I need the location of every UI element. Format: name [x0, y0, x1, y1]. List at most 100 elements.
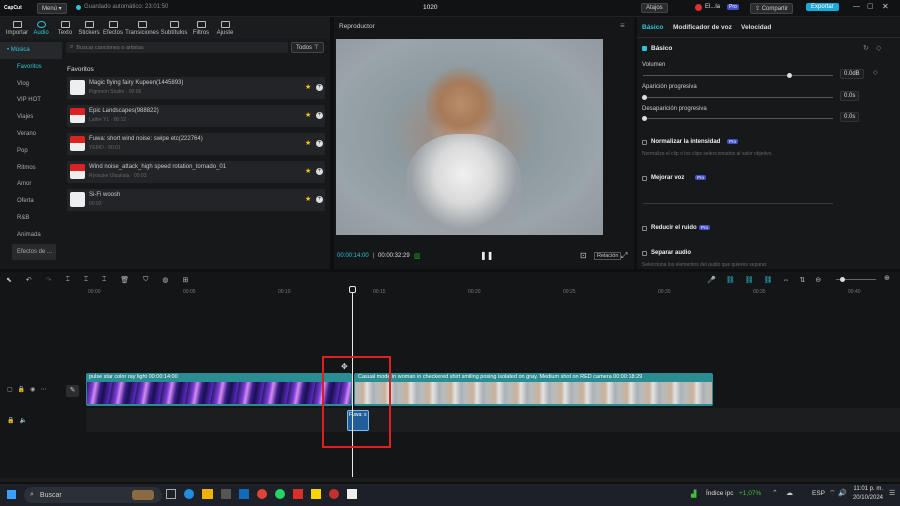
tab-voice-changer[interactable]: Modificador de voz: [673, 24, 732, 31]
windows-start-icon[interactable]: [7, 490, 16, 499]
language-indicator[interactable]: ESP: [812, 490, 825, 497]
audio-item[interactable]: Si-Fi woosh 00:03 ★ +: [67, 189, 325, 211]
zoom-slider-knob[interactable]: [840, 277, 845, 282]
audio-search[interactable]: ⌕: [66, 42, 288, 53]
menu-button[interactable]: Menú ▾: [37, 3, 67, 14]
zoom-in-icon[interactable]: ⊕: [884, 274, 890, 282]
tab-speed[interactable]: Velocidad: [741, 24, 771, 31]
audio-item[interactable]: Magic flying fairy Kupeen(1445893) Pigmo…: [67, 77, 325, 99]
reset-icon[interactable]: ↻: [863, 44, 869, 52]
crop-icon[interactable]: ⊞: [182, 276, 188, 284]
split-left-icon[interactable]: ⌶: [84, 276, 88, 284]
favorite-star-icon[interactable]: ★: [305, 195, 311, 203]
share-button[interactable]: ⇪ Compartir: [750, 3, 794, 14]
fit-icon[interactable]: ⊡: [580, 251, 587, 260]
add-audio-button[interactable]: +: [316, 168, 323, 175]
recorder-icon[interactable]: [329, 489, 339, 499]
fade-out-value[interactable]: 0.0s: [840, 112, 860, 122]
nav-item-travel[interactable]: Viajes: [0, 109, 62, 126]
mic-icon[interactable]: 🎤: [707, 276, 716, 284]
menu-icon[interactable]: ≡: [620, 21, 625, 30]
video-clip-1[interactable]: pulse star color ray light 00:00:14:00: [86, 373, 352, 406]
close-icon[interactable]: ✕: [882, 2, 889, 11]
nav-item-summer[interactable]: Verano: [0, 126, 62, 143]
onedrive-icon[interactable]: ☁: [786, 489, 793, 497]
user-avatar[interactable]: [695, 4, 702, 11]
favorite-star-icon[interactable]: ★: [305, 111, 311, 119]
taskbar-search[interactable]: ⌕ Buscar: [24, 487, 162, 503]
timeline-ruler[interactable]: 00:00 00:05 00:10 00:15 00:20 00:25 00:30 00:35…: [86, 289, 900, 297]
audio-item[interactable]: Epic Landscapes(988822) Lattre Y1 · 00:1…: [67, 105, 325, 127]
favorite-star-icon[interactable]: ★: [305, 167, 311, 175]
nav-item-animated[interactable]: Animada: [0, 227, 62, 244]
store-icon[interactable]: [221, 489, 231, 499]
nav-item-vip-hot[interactable]: VIP HOT: [0, 92, 62, 109]
shortcuts-button[interactable]: Atajos: [641, 3, 668, 13]
nav-item-love[interactable]: Amor: [0, 176, 62, 193]
separate-audio-checkbox[interactable]: [642, 251, 647, 256]
delete-icon[interactable]: 🗑: [120, 276, 129, 284]
nav-item-offer[interactable]: Oferta: [0, 193, 62, 210]
fade-in-value[interactable]: 0.0s: [840, 91, 860, 101]
redo-icon[interactable]: ↷: [46, 276, 52, 284]
nav-item-favorites[interactable]: Favoritos: [0, 59, 62, 76]
wifi-icon[interactable]: ⌔: [829, 489, 836, 498]
notification-icon[interactable]: ☰: [889, 489, 895, 497]
volume-value[interactable]: 0.0dB: [840, 69, 864, 79]
visibility-icon[interactable]: ◉: [30, 386, 35, 393]
youtube-icon[interactable]: [293, 489, 303, 499]
clock-date[interactable]: 20/10/2024: [847, 495, 883, 501]
pause-icon[interactable]: ❚❚: [480, 251, 493, 260]
waveform-icon[interactable]: ▥: [414, 252, 421, 260]
tab-adjust[interactable]: Ajuste: [213, 17, 237, 39]
tab-stickers[interactable]: Stickers: [77, 17, 101, 39]
favorite-star-icon[interactable]: ★: [305, 139, 311, 147]
tray-arrow-icon[interactable]: ⌃: [772, 489, 778, 497]
edit-cover-icon[interactable]: ✎: [66, 385, 79, 397]
tab-basic[interactable]: Básico: [642, 24, 663, 31]
fade-in-slider[interactable]: [643, 97, 833, 98]
add-audio-button[interactable]: +: [316, 84, 323, 91]
denoise-checkbox[interactable]: [642, 226, 647, 231]
nav-group-music[interactable]: • Música: [0, 42, 62, 59]
magnet-icon[interactable]: ⛓: [745, 276, 754, 284]
add-audio-button[interactable]: +: [316, 112, 323, 119]
link-icon[interactable]: ⛓: [726, 276, 735, 284]
sticky-notes-icon[interactable]: [311, 489, 321, 499]
capcut-icon[interactable]: [347, 489, 357, 499]
nav-item-pop[interactable]: Pop: [0, 143, 62, 160]
audio-lock-icon[interactable]: 🔒: [7, 417, 14, 424]
tab-filters[interactable]: Filtros: [189, 17, 213, 39]
clock-time[interactable]: 11:01 p. m.: [847, 486, 883, 492]
ratio-button[interactable]: Relación: [594, 252, 622, 260]
lock-icon[interactable]: 🔒: [18, 386, 25, 393]
basic-checkbox[interactable]: [642, 46, 647, 51]
task-view-icon[interactable]: [166, 489, 176, 499]
file-explorer-icon[interactable]: [202, 489, 213, 499]
keyframe-icon[interactable]: ◇: [873, 69, 878, 76]
fade-in-knob[interactable]: [642, 95, 647, 100]
filter-dropdown[interactable]: Todos ⊤: [291, 42, 324, 53]
tab-subtitles[interactable]: Subtítulos: [159, 17, 189, 39]
mask-icon[interactable]: ⛉: [143, 276, 148, 284]
undo-icon[interactable]: ↶: [26, 276, 32, 284]
add-audio-button[interactable]: +: [316, 196, 323, 203]
edge-icon[interactable]: [184, 489, 194, 499]
shield-icon[interactable]: ◍: [162, 276, 168, 284]
maximize-icon[interactable]: ▢: [867, 2, 874, 10]
video-clip-2[interactable]: Casual mode in woman in checkered shirt …: [354, 373, 713, 406]
tab-import[interactable]: Importar: [5, 17, 29, 39]
split-right-icon[interactable]: ⌶: [102, 276, 106, 284]
nav-item-rhythms[interactable]: Ritmos: [0, 160, 62, 177]
fade-out-slider[interactable]: [643, 118, 833, 119]
more-icon[interactable]: ⋯: [40, 386, 46, 393]
tab-audio[interactable]: Audio: [29, 17, 53, 39]
align-icon[interactable]: ⇔: [782, 277, 789, 284]
cover-icon[interactable]: ▢: [7, 386, 13, 393]
keyframe-icon[interactable]: ◇: [876, 44, 881, 52]
nav-item-vlog[interactable]: Vlog: [0, 76, 62, 93]
video-preview[interactable]: [336, 39, 603, 235]
normalize-checkbox[interactable]: [642, 140, 647, 145]
timeline-scrollbar[interactable]: [0, 478, 900, 482]
enhance-voice-checkbox[interactable]: [642, 176, 647, 181]
